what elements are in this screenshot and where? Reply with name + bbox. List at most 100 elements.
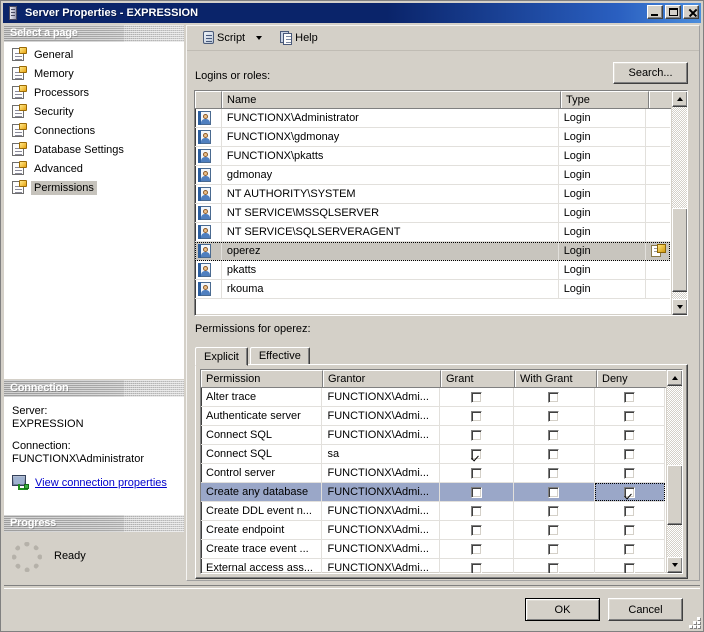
with-grant-checkbox[interactable] (548, 448, 560, 460)
grant-checkbox-cell[interactable] (440, 426, 514, 444)
permission-row[interactable]: Alter trace FUNCTIONX\Admi... (201, 388, 665, 407)
permissions-scroll-up-button[interactable] (667, 370, 682, 386)
permissions-scroll-down-button[interactable] (667, 557, 682, 573)
logins-col-extra[interactable] (649, 91, 673, 108)
script-button[interactable]: Script (191, 28, 249, 49)
deny-checkbox[interactable] (624, 505, 636, 517)
login-row[interactable]: rkouma Login (195, 280, 670, 299)
resize-grip[interactable] (686, 614, 700, 628)
permission-row[interactable]: Connect SQL FUNCTIONX\Admi... (201, 426, 665, 445)
with-grant-checkbox-cell[interactable] (514, 559, 596, 573)
grant-checkbox[interactable] (470, 448, 482, 460)
view-connection-properties-link[interactable]: View connection properties (35, 477, 167, 490)
grant-checkbox-cell[interactable] (440, 502, 514, 520)
sidebar-item-database-settings[interactable]: Database Settings (4, 140, 184, 159)
grant-checkbox-cell[interactable] (440, 559, 514, 573)
deny-checkbox-cell[interactable] (595, 445, 665, 463)
sidebar-item-permissions[interactable]: Permissions (4, 178, 184, 197)
grant-checkbox-cell[interactable] (440, 388, 514, 406)
minimize-button[interactable] (647, 5, 663, 19)
permission-row[interactable]: Create any database FUNCTIONX\Admi... (201, 483, 665, 502)
with-grant-checkbox-cell[interactable] (514, 483, 596, 501)
grant-checkbox-cell[interactable] (440, 540, 514, 558)
permission-row[interactable]: Control server FUNCTIONX\Admi... (201, 464, 665, 483)
deny-checkbox[interactable] (624, 562, 636, 573)
logins-col-icon[interactable] (195, 91, 222, 108)
page-list[interactable]: General Memory Processors Security Connectio… (4, 42, 184, 380)
grant-checkbox-cell[interactable] (440, 464, 514, 482)
sidebar-item-general[interactable]: General (4, 45, 184, 64)
grant-checkbox[interactable] (470, 429, 482, 441)
grant-checkbox[interactable] (470, 505, 482, 517)
grant-checkbox[interactable] (470, 562, 482, 573)
deny-checkbox-cell[interactable] (595, 559, 665, 573)
deny-checkbox-cell[interactable] (595, 388, 665, 406)
grant-checkbox[interactable] (470, 467, 482, 479)
permissions-col-grantor[interactable]: Grantor (323, 370, 441, 387)
with-grant-checkbox-cell[interactable] (514, 540, 596, 558)
with-grant-checkbox-cell[interactable] (514, 445, 596, 463)
title-bar[interactable]: Server Properties - EXPRESSION (3, 3, 701, 23)
permissions-col-deny[interactable]: Deny (597, 370, 667, 387)
logins-scrollbar[interactable] (671, 91, 687, 315)
permission-row[interactable]: Authenticate server FUNCTIONX\Admi... (201, 407, 665, 426)
deny-checkbox[interactable] (624, 486, 636, 498)
login-row[interactable]: FUNCTIONX\gdmonay Login (195, 128, 670, 147)
permission-row[interactable]: Create endpoint FUNCTIONX\Admi... (201, 521, 665, 540)
login-row[interactable]: pkatts Login (195, 261, 670, 280)
sidebar-item-security[interactable]: Security (4, 102, 184, 121)
deny-checkbox-cell[interactable] (595, 426, 665, 444)
help-button[interactable]: Help (269, 28, 322, 49)
deny-checkbox-cell[interactable] (595, 540, 665, 558)
with-grant-checkbox[interactable] (548, 391, 560, 403)
permission-row[interactable]: External access ass... FUNCTIONX\Admi... (201, 559, 665, 573)
maximize-button[interactable] (665, 5, 681, 19)
chevron-down-icon[interactable] (256, 36, 263, 40)
logins-scroll-thumb[interactable] (672, 208, 687, 292)
permissions-col-permission[interactable]: Permission (201, 370, 323, 387)
login-row[interactable]: NT AUTHORITY\SYSTEM Login (195, 185, 670, 204)
login-action-cell[interactable] (646, 242, 670, 260)
logins-scroll-down-button[interactable] (672, 299, 687, 315)
grant-checkbox[interactable] (470, 410, 482, 422)
grant-checkbox-cell[interactable] (440, 407, 514, 425)
deny-checkbox[interactable] (624, 410, 636, 422)
cancel-button[interactable]: Cancel (608, 598, 683, 621)
deny-checkbox[interactable] (624, 391, 636, 403)
permissions-scrollbar[interactable] (666, 370, 682, 573)
grant-checkbox-cell[interactable] (440, 521, 514, 539)
permissions-col-with-grant[interactable]: With Grant (515, 370, 597, 387)
view-connection-properties-row[interactable]: View connection properties (12, 475, 176, 491)
with-grant-checkbox[interactable] (548, 467, 560, 479)
with-grant-checkbox-cell[interactable] (514, 521, 596, 539)
tab-effective[interactable]: Effective (249, 347, 310, 365)
edit-icon[interactable] (650, 244, 666, 258)
grant-checkbox[interactable] (470, 391, 482, 403)
search-button[interactable]: Search... (613, 62, 688, 84)
deny-checkbox[interactable] (624, 467, 636, 479)
permissions-scroll-thumb[interactable] (667, 465, 682, 525)
permission-row[interactable]: Create DDL event n... FUNCTIONX\Admi... (201, 502, 665, 521)
with-grant-checkbox[interactable] (548, 410, 560, 422)
grant-checkbox[interactable] (470, 486, 482, 498)
login-row[interactable]: gdmonay Login (195, 166, 670, 185)
deny-checkbox-cell[interactable] (595, 407, 665, 425)
with-grant-checkbox[interactable] (548, 524, 560, 536)
grant-checkbox-cell[interactable] (440, 445, 514, 463)
deny-checkbox[interactable] (624, 429, 636, 441)
tab-explicit[interactable]: Explicit (195, 347, 248, 366)
ok-button[interactable]: OK (525, 598, 600, 621)
sidebar-item-advanced[interactable]: Advanced (4, 159, 184, 178)
sidebar-item-processors[interactable]: Processors (4, 83, 184, 102)
deny-checkbox[interactable] (624, 448, 636, 460)
logins-scroll-up-button[interactable] (672, 91, 687, 107)
with-grant-checkbox[interactable] (548, 562, 560, 573)
sidebar-item-connections[interactable]: Connections (4, 121, 184, 140)
grant-checkbox[interactable] (470, 524, 482, 536)
login-row[interactable]: operez Login (195, 242, 670, 261)
logins-grid[interactable]: Name Type FUNCTIONX\Administrator Login FU… (194, 90, 688, 316)
deny-checkbox[interactable] (624, 524, 636, 536)
close-button[interactable] (683, 5, 699, 19)
logins-col-type[interactable]: Type (561, 91, 649, 108)
deny-checkbox-cell[interactable] (595, 483, 665, 501)
